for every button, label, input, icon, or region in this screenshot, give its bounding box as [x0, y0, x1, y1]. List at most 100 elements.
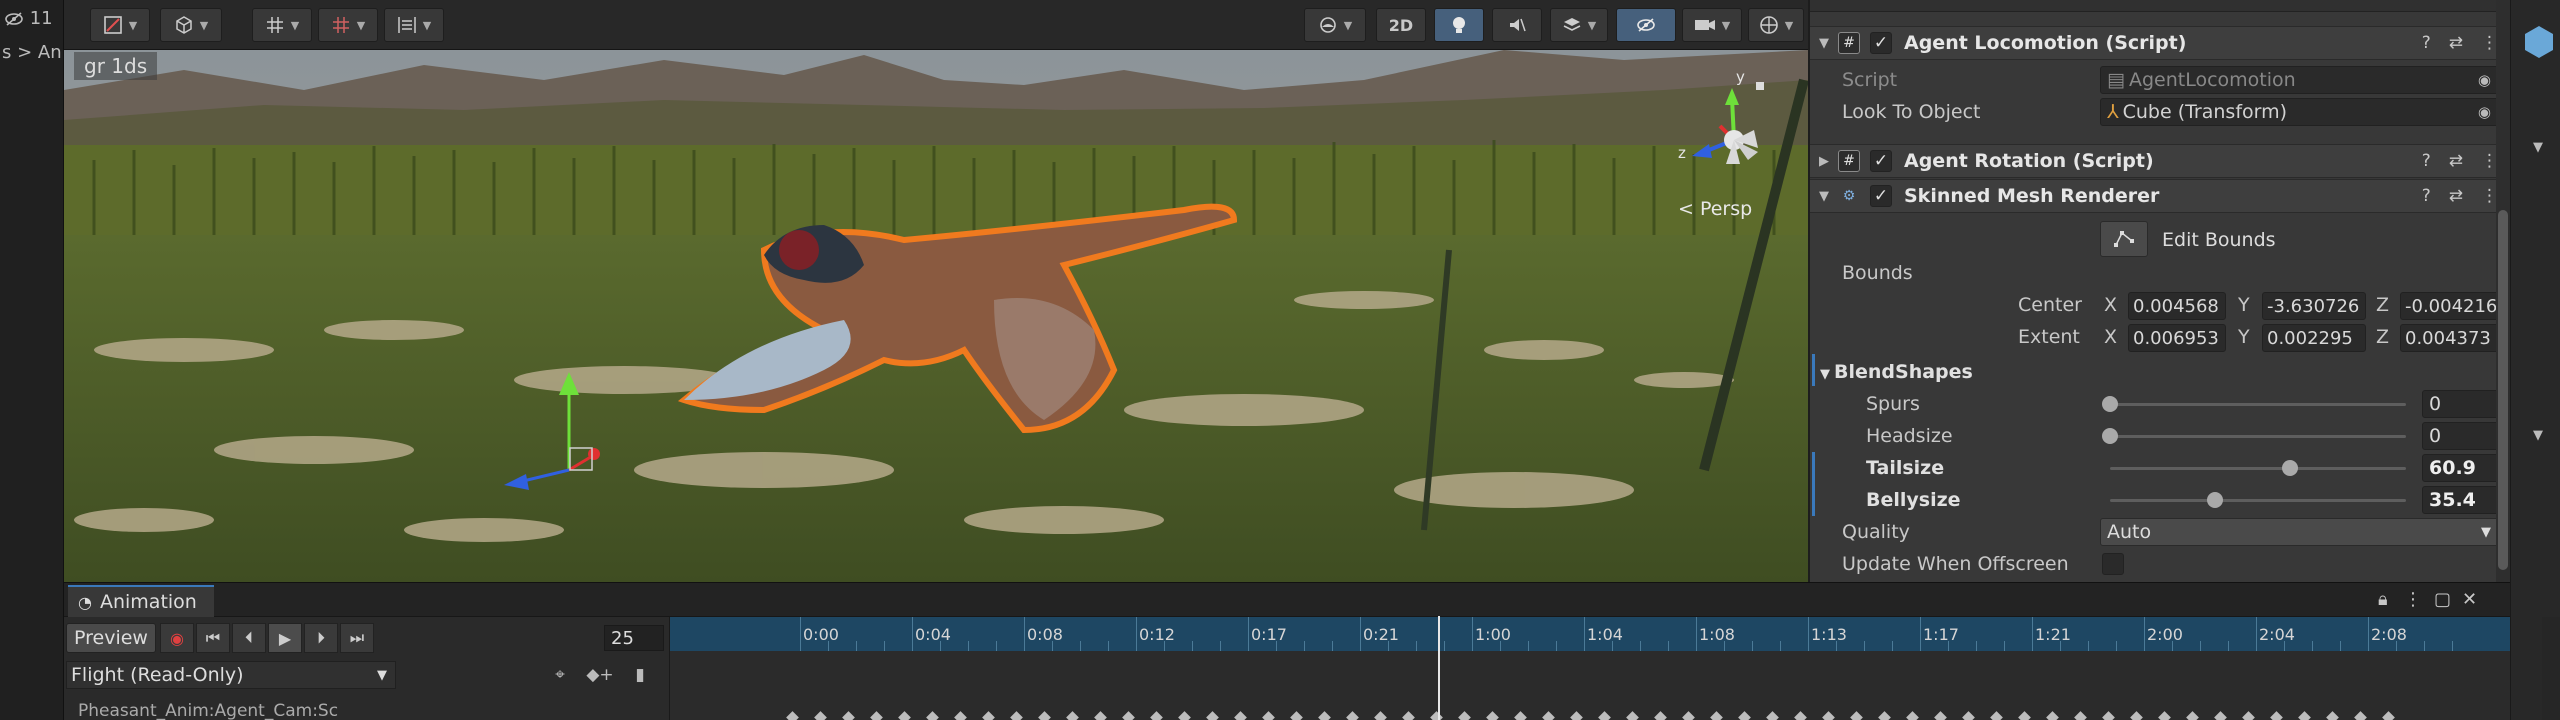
keyframe[interactable] [1010, 711, 1023, 720]
blendshapes-foldout[interactable]: ▼ BlendShapes [1810, 356, 2500, 388]
keyframe[interactable] [2354, 711, 2367, 720]
frame-field[interactable]: 25 [604, 625, 664, 651]
keyframe[interactable] [1822, 711, 1835, 720]
extent-z-field[interactable]: 0.004373 [2400, 324, 2500, 352]
edit-bounds-button[interactable] [2100, 221, 2148, 257]
keyframe[interactable] [1318, 711, 1331, 720]
help-icon[interactable]: ? [2422, 33, 2431, 53]
kebab-menu-icon[interactable]: ⋮ [2404, 589, 2422, 610]
breadcrumb[interactable]: s > An [2, 42, 62, 63]
blendshape-slider[interactable] [2110, 460, 2406, 476]
close-icon[interactable]: ✕ [2462, 589, 2477, 610]
projection-label[interactable]: < Persp [1678, 198, 1752, 220]
grid-snap-button[interactable]: ▼ [252, 8, 312, 42]
next-key-button[interactable]: ⏵ [304, 623, 338, 653]
keyframe[interactable] [1346, 711, 1359, 720]
help-icon[interactable]: ? [2422, 186, 2431, 206]
scrollbar-thumb[interactable] [2498, 210, 2508, 570]
keyframe[interactable] [1486, 711, 1499, 720]
keyframe[interactable] [2214, 711, 2227, 720]
keyframe[interactable] [954, 711, 967, 720]
timeline-ruler[interactable]: 0:00 0:04 0:08 0:12 0:17 0:21 1:00 1:04 1:08 1:13… [670, 617, 2510, 651]
cube-icon[interactable] [2519, 22, 2559, 62]
agent-rotation-header[interactable]: ▶ # ✓ Agent Rotation (Script) ? ⇄ ⋮ [1810, 144, 2510, 178]
orientation-gizmo[interactable]: y z [1674, 60, 1794, 200]
keyframe[interactable] [1990, 711, 2003, 720]
add-keyframe-button[interactable]: ◆+ [580, 661, 620, 689]
maximize-icon[interactable]: ▢ [2434, 589, 2451, 610]
audio-toggle[interactable] [1492, 8, 1542, 42]
add-event-button[interactable]: ▮ [620, 661, 660, 689]
keyframe[interactable] [1458, 711, 1471, 720]
keyframe[interactable] [1542, 711, 1555, 720]
presets-icon[interactable]: ⇄ [2449, 186, 2463, 206]
clip-dropdown[interactable]: Flight (Read-Only) ▼ [66, 661, 396, 689]
blendshape-value-field[interactable]: 0 [2422, 390, 2500, 418]
update-offscreen-checkbox[interactable] [2102, 553, 2124, 575]
foldout-expanded-icon[interactable]: ▼ [1810, 189, 1838, 204]
object-picker-icon[interactable]: ◉ [2478, 103, 2491, 121]
camera-button[interactable]: ▼ [1682, 8, 1742, 42]
blendshape-value-field[interactable]: 35.4 [2422, 486, 2500, 514]
keyframe[interactable] [1682, 711, 1695, 720]
keyframe[interactable] [926, 711, 939, 720]
keyframe[interactable] [1710, 711, 1723, 720]
keyframe[interactable] [814, 711, 827, 720]
keyframe[interactable] [1094, 711, 1107, 720]
agent-locomotion-header[interactable]: ▼ # ✓ Agent Locomotion (Script) ? ⇄ ⋮ [1810, 26, 2510, 60]
keyframe[interactable] [1374, 711, 1387, 720]
keyframe[interactable] [898, 711, 911, 720]
keyframe[interactable] [2270, 711, 2283, 720]
keyframe[interactable] [1570, 711, 1583, 720]
lighting-toggle[interactable] [1434, 8, 1484, 42]
keyframe[interactable] [1262, 711, 1275, 720]
keyframe[interactable] [1402, 711, 1415, 720]
foldout-expanded-icon[interactable]: ▼ [2533, 140, 2543, 155]
keyframe[interactable] [982, 711, 995, 720]
dopesheet-summary[interactable] [670, 651, 2510, 720]
keyframe[interactable] [1738, 711, 1751, 720]
toggle-2d-button[interactable]: 2D [1376, 8, 1426, 42]
visibility-counter[interactable]: 11 [4, 8, 53, 29]
presets-icon[interactable]: ⇄ [2449, 151, 2463, 171]
presets-icon[interactable]: ⇄ [2449, 33, 2463, 53]
blendshape-value-field[interactable]: 0 [2422, 422, 2500, 450]
slider-knob[interactable] [2206, 492, 2223, 508]
keyframe[interactable] [2158, 711, 2171, 720]
blendshape-slider[interactable] [2102, 428, 2406, 444]
keyframe[interactable] [1794, 711, 1807, 720]
first-key-button[interactable]: ⏮ [196, 623, 230, 653]
keyframe[interactable] [1234, 711, 1247, 720]
keyframe[interactable] [1038, 711, 1051, 720]
center-z-field[interactable]: -0.004216 [2400, 292, 2500, 320]
keyframe[interactable] [2242, 711, 2255, 720]
extent-x-field[interactable]: 0.006953 [2128, 324, 2226, 352]
keyframe[interactable] [1906, 711, 1919, 720]
skinned-mesh-enabled-checkbox[interactable]: ✓ [1870, 185, 1892, 207]
slider-knob[interactable] [2102, 428, 2118, 444]
keyframe[interactable] [870, 711, 883, 720]
keyframe[interactable] [2298, 711, 2311, 720]
increment-snap-button[interactable]: ▼ [318, 8, 378, 42]
dopesheet-scrollbar[interactable] [2542, 617, 2560, 720]
property-row[interactable]: Pheasant_Anim:Agent_Cam:Sc [64, 701, 670, 720]
play-button[interactable]: ▶ [268, 623, 302, 653]
playhead[interactable] [1438, 616, 1440, 720]
keyframe[interactable] [2074, 711, 2087, 720]
keyframe[interactable] [1066, 711, 1079, 720]
keyframe[interactable] [1626, 711, 1639, 720]
preview-button[interactable]: Preview [66, 623, 156, 653]
quality-dropdown[interactable]: Auto ▼ [2100, 518, 2500, 546]
keyframe[interactable] [1206, 711, 1219, 720]
skinned-mesh-renderer-header[interactable]: ▼ ⚙ ✓ Skinned Mesh Renderer ? ⇄ ⋮ [1810, 179, 2510, 213]
scene-visibility-toggle[interactable] [1616, 8, 1676, 42]
help-icon[interactable]: ? [2422, 151, 2431, 171]
slider-knob[interactable] [2282, 460, 2299, 476]
keyframe[interactable] [2326, 711, 2339, 720]
keyframe[interactable] [1850, 711, 1863, 720]
tab-animation[interactable]: ◔ Animation [68, 585, 214, 617]
keyframe[interactable] [2046, 711, 2059, 720]
prev-key-button[interactable]: ⏴ [232, 623, 266, 653]
keyframe[interactable] [1290, 711, 1303, 720]
record-button[interactable]: ◉ [160, 623, 194, 653]
